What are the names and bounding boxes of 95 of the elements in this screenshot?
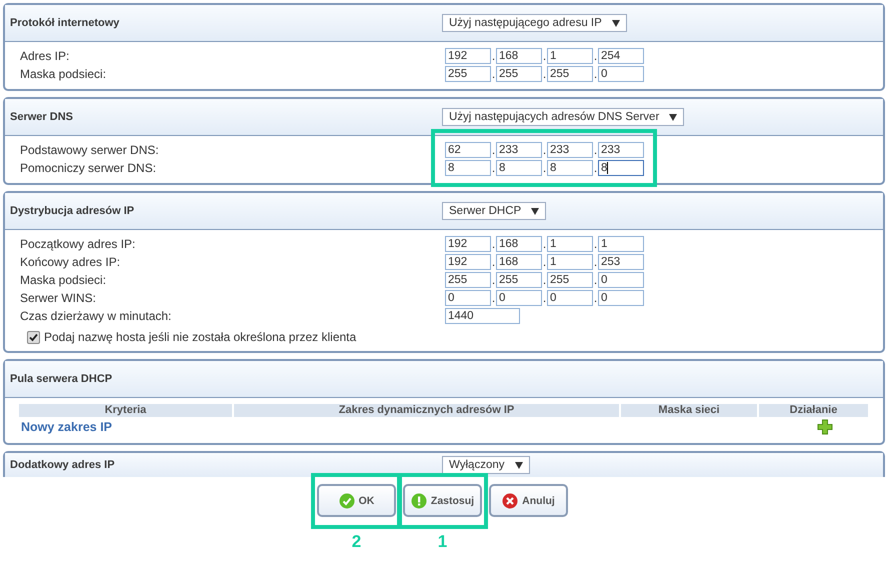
- section-title: Dystrybucja adresów IP: [10, 205, 136, 217]
- input-field[interactable]: 0: [598, 272, 644, 288]
- input-field[interactable]: 62: [445, 142, 491, 158]
- field-label: Podstawowy serwer DNS:: [20, 142, 160, 158]
- dropdown[interactable]: Użyj następującego adresu IP: [442, 14, 627, 32]
- caret-icon: [612, 20, 620, 26]
- field-label: Maska podsieci:: [20, 272, 108, 288]
- input-field[interactable]: 8: [445, 160, 491, 176]
- input-field[interactable]: 0: [496, 290, 542, 306]
- exclamation-icon: [410, 492, 427, 508]
- separator-dot: .: [593, 255, 598, 269]
- input-field[interactable]: 255: [445, 272, 491, 288]
- check-icon: [338, 492, 355, 508]
- field-label: Adres IP:: [20, 48, 70, 64]
- field-label: Maska podsieci:: [20, 66, 108, 82]
- apply-button[interactable]: Zastosuj: [403, 484, 482, 517]
- field-label: Końcowy adres IP:: [20, 254, 122, 270]
- separator-dot: .: [491, 67, 496, 81]
- separator-dot: .: [542, 255, 547, 269]
- column-header: Działanie: [759, 404, 868, 417]
- field-label: Serwer WINS:: [20, 290, 98, 306]
- separator-dot: .: [542, 273, 547, 287]
- field-label: Czas dzierżawy w minutach:: [20, 308, 172, 324]
- section-title: Pula serwera DHCP: [10, 373, 114, 385]
- input-field[interactable]: 8: [496, 160, 542, 176]
- input-field[interactable]: 192: [445, 254, 491, 270]
- checkbox[interactable]: [27, 330, 40, 344]
- input-field[interactable]: 255: [547, 272, 593, 288]
- separator-dot: .: [491, 291, 496, 305]
- separator-dot: .: [593, 237, 598, 251]
- dropdown[interactable]: Użyj następujących adresów DNS Server: [442, 108, 684, 126]
- input-field[interactable]: 0: [598, 66, 644, 82]
- add-icon[interactable]: [817, 419, 833, 435]
- separator-dot: .: [542, 291, 547, 305]
- input-field[interactable]: 168: [496, 48, 542, 64]
- separator-dot: .: [491, 161, 496, 175]
- separator-dot: .: [593, 161, 598, 175]
- input-field[interactable]: 192: [445, 48, 491, 64]
- separator-dot: .: [593, 143, 598, 157]
- column-header: Kryteria: [19, 404, 232, 417]
- field-label: Pomocniczy serwer DNS:: [20, 160, 158, 176]
- column-header: Zakres dynamicznych adresów IP: [234, 404, 619, 417]
- input-field[interactable]: 233: [598, 142, 644, 158]
- cancel-button[interactable]: Anuluj: [489, 484, 568, 517]
- input-field[interactable]: 255: [496, 272, 542, 288]
- input-field[interactable]: 1: [547, 254, 593, 270]
- dropdown[interactable]: Wyłączony: [442, 456, 530, 474]
- input-field[interactable]: 255: [445, 66, 491, 82]
- input-field[interactable]: 1: [547, 48, 593, 64]
- input-field[interactable]: 168: [496, 236, 542, 252]
- input-field[interactable]: 254: [598, 48, 644, 64]
- input-field[interactable]: 253: [598, 254, 644, 270]
- input-field[interactable]: 168: [496, 254, 542, 270]
- ok-button[interactable]: OK: [317, 484, 396, 517]
- input-field[interactable]: 1440: [445, 308, 520, 324]
- input-field[interactable]: 0: [445, 290, 491, 306]
- field-label: Początkowy adres IP:: [20, 236, 136, 252]
- separator-dot: .: [542, 67, 547, 81]
- step-number: 1: [438, 532, 448, 552]
- section-title: Serwer DNS: [10, 111, 74, 123]
- separator-dot: .: [593, 49, 598, 63]
- section-title: Protokół internetowy: [10, 17, 120, 29]
- input-field[interactable]: 1: [598, 236, 644, 252]
- input-field[interactable]: 8: [547, 160, 593, 176]
- separator-dot: .: [542, 49, 547, 63]
- input-field[interactable]: 0: [547, 290, 593, 306]
- input-field[interactable]: 233: [547, 142, 593, 158]
- separator-dot: .: [593, 67, 598, 81]
- caret-icon: [514, 462, 522, 468]
- input-field[interactable]: 255: [496, 66, 542, 82]
- close-icon: [502, 492, 518, 508]
- new-range-link[interactable]: Nowy zakres IP: [21, 420, 112, 434]
- separator-dot: .: [491, 237, 496, 251]
- column-header: Maska sieci: [621, 404, 757, 417]
- input-field[interactable]: 0: [598, 290, 644, 306]
- input-field[interactable]: 255: [547, 66, 593, 82]
- input-field[interactable]: 8: [598, 160, 644, 176]
- separator-dot: .: [491, 273, 496, 287]
- caret-icon: [669, 114, 678, 120]
- checkbox-label: Podaj nazwę hosta jeśli nie została określona przez klienta: [44, 330, 356, 344]
- separator-dot: .: [542, 143, 547, 157]
- separator-dot: .: [593, 273, 598, 287]
- step-number: 2: [352, 532, 362, 552]
- section-title: Dodatkowy adres IP: [10, 459, 116, 471]
- separator-dot: .: [491, 255, 496, 269]
- caret-icon: [531, 208, 540, 214]
- dropdown[interactable]: Serwer DHCP: [442, 202, 546, 220]
- separator-dot: .: [491, 143, 496, 157]
- separator-dot: .: [542, 161, 547, 175]
- input-field[interactable]: 233: [496, 142, 542, 158]
- input-field[interactable]: 1: [547, 236, 593, 252]
- separator-dot: .: [542, 237, 547, 251]
- input-field[interactable]: 192: [445, 236, 491, 252]
- separator-dot: .: [491, 49, 496, 63]
- separator-dot: .: [593, 291, 598, 305]
